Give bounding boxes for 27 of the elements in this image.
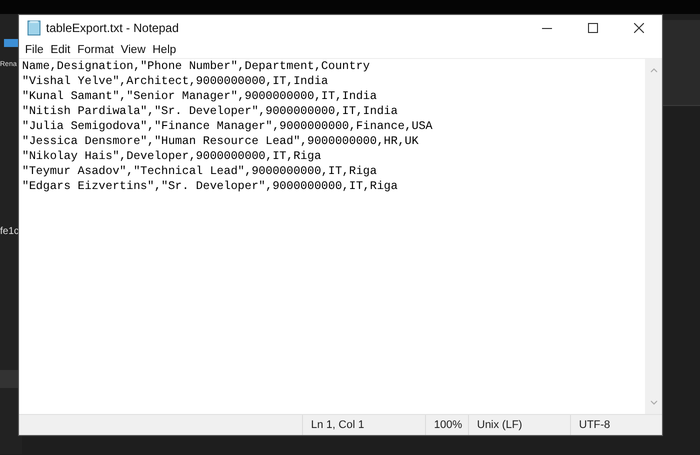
status-text: UTF-8: [579, 419, 610, 431]
list-row: [0, 370, 19, 388]
text-line: "Julia Semigodova","Finance Manager",9000000000,Finance,USA: [22, 119, 434, 134]
scroll-down-icon[interactable]: [650, 400, 658, 406]
text-line: "Vishal Yelve",Architect,9000000000,IT,India: [22, 74, 330, 89]
text-line: "Nikolay Hais",Developer,9000000000,IT,Riga: [22, 149, 322, 164]
notepad-icon: [27, 20, 41, 36]
background-text: fe1c: [0, 226, 19, 237]
menu-item[interactable]: Edit: [48, 44, 74, 56]
window-title: tableExport.txt - Notepad: [46, 21, 180, 35]
scrollbar[interactable]: [645, 59, 662, 414]
text-line: "Teymur Asadov","Technical Lead",9000000000,IT,Riga: [22, 164, 378, 179]
text-line: "Jessica Densmore","Human Resource Lead",9000000000,HR,UK: [22, 134, 420, 149]
close-icon: [634, 23, 644, 33]
text-line: "Edgars Eizvertins","Sr. Developer",9000000000,IT,Riga: [22, 179, 399, 194]
text-line: "Nitish Pardiwala","Sr. Developer",9000000000,IT,India: [22, 104, 399, 119]
text-line: "Kunal Samant","Senior Manager",9000000000,IT,India: [22, 89, 378, 104]
menu-item[interactable]: Help: [150, 44, 180, 56]
menu-item[interactable]: View: [118, 44, 148, 56]
menu-item[interactable]: Format: [74, 44, 117, 56]
status-text: 100%: [434, 419, 462, 431]
text-line: Name,Designation,"Phone Number",Department,Country: [22, 59, 371, 74]
scroll-up-icon[interactable]: [650, 67, 658, 73]
maximize-icon: [588, 23, 598, 33]
menu-item[interactable]: File: [22, 44, 47, 56]
status-text: Ln 1, Col 1: [311, 419, 364, 431]
status-text: Unix (LF): [477, 419, 522, 431]
